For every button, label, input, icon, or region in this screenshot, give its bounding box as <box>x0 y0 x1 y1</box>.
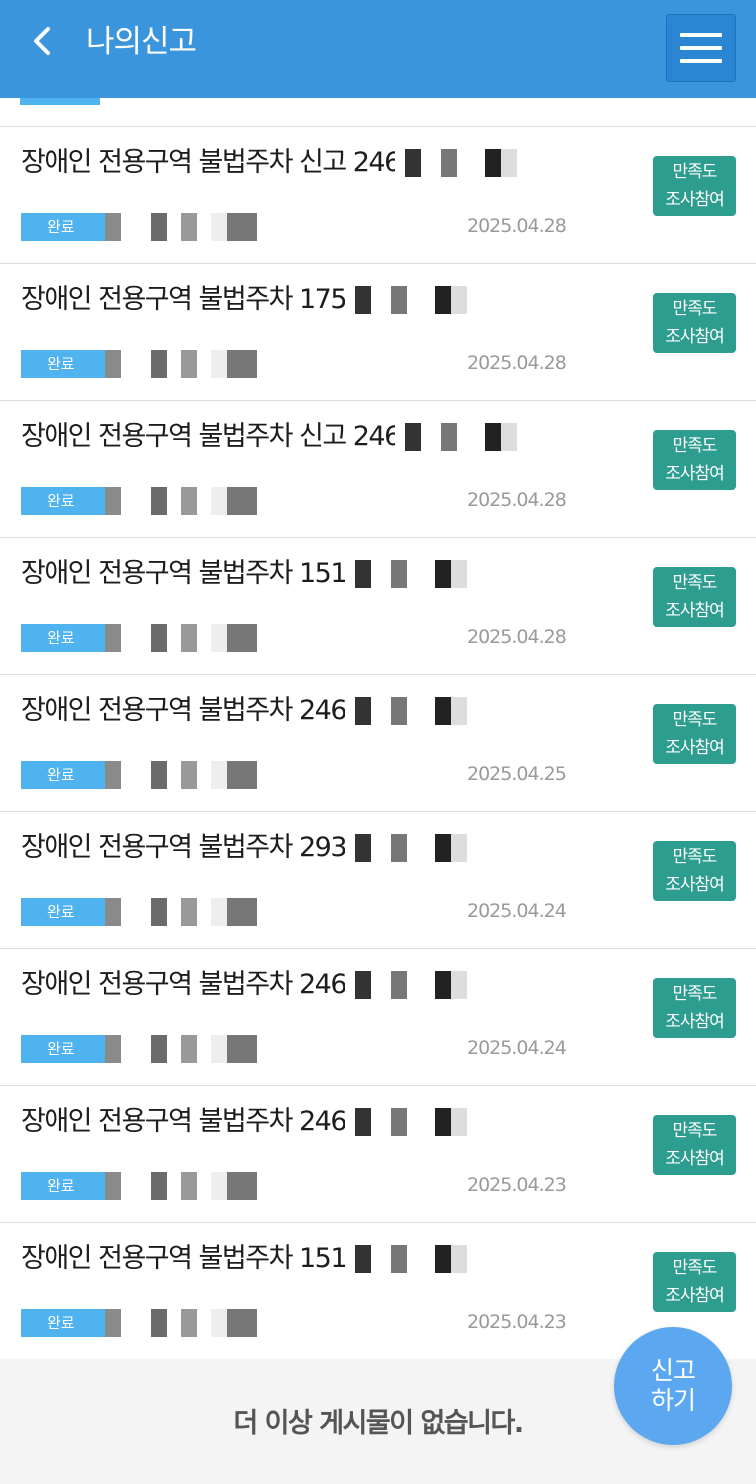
report-list-item[interactable]: 장애인 전용구역 불법주차 246 완료 2025.04.24 만족도조사참여 <box>0 949 756 1086</box>
fab-label-line1: 신고 <box>650 1356 696 1385</box>
app-header: 나의신고 <box>0 0 756 98</box>
report-title: 장애인 전용구역 불법주차 151 <box>21 558 348 589</box>
page-title: 나의신고 <box>86 24 197 60</box>
hamburger-menu-icon <box>680 46 722 50</box>
report-list-item[interactable]: 장애인 전용구역 불법주차 293 완료 2025.04.24 만족도조사참여 <box>0 812 756 949</box>
hamburger-menu-icon <box>680 33 722 37</box>
menu-button[interactable] <box>666 14 736 82</box>
report-list-item[interactable]: 장애인 전용구역 불법주차 신고 246 완료 2025.04.28 만족도조사참여 <box>0 127 756 264</box>
report-date: 2025.04.28 <box>467 352 567 374</box>
satisfaction-survey-button[interactable]: 만족도조사참여 <box>653 978 736 1038</box>
report-title: 장애인 전용구역 불법주차 246 <box>21 1106 348 1137</box>
satisfaction-survey-button[interactable]: 만족도조사참여 <box>653 841 736 901</box>
report-date: 2025.04.25 <box>467 763 567 785</box>
survey-label-line1: 만족도 <box>672 1121 718 1141</box>
survey-label-line2: 조사참여 <box>665 601 725 621</box>
report-title: 장애인 전용구역 불법주차 175 <box>21 284 348 315</box>
redacted-detail-mask <box>105 761 290 789</box>
survey-label-line2: 조사참여 <box>665 327 725 347</box>
report-date: 2025.04.28 <box>467 215 567 237</box>
report-list: 장애인 전용구역 불법주차 신고 246 완료 2025.04.28 만족도 조사참여 장… <box>0 127 756 1360</box>
report-list-item[interactable]: 장애인 전용구역 불법주차 151 완료 2025.04.28 만족도조사참여 <box>0 538 756 675</box>
redacted-number-mask <box>345 834 505 862</box>
redacted-detail-mask <box>105 1035 290 1063</box>
report-date: 2025.04.24 <box>467 1037 567 1059</box>
satisfaction-survey-button[interactable]: 만족도조사참여 <box>653 1252 736 1312</box>
report-list-item[interactable]: 장애인 전용구역 불법주차 175 완료 2025.04.28 만족도조사참여 <box>0 264 756 401</box>
report-date: 2025.04.23 <box>467 1174 567 1196</box>
chevron-left-icon <box>34 27 50 55</box>
fab-label-line2: 하기 <box>650 1386 696 1415</box>
redacted-number-mask <box>395 423 555 451</box>
redacted-detail-mask <box>105 213 290 241</box>
back-button[interactable] <box>22 18 62 64</box>
report-title: 장애인 전용구역 불법주차 151 <box>21 1243 348 1274</box>
redacted-number-mask <box>395 149 555 177</box>
report-date: 2025.04.23 <box>467 1311 567 1333</box>
redacted-number-mask <box>345 971 505 999</box>
survey-label-line1: 만족도 <box>672 984 718 1004</box>
status-badge: 완료 <box>21 487 105 515</box>
satisfaction-survey-button[interactable]: 만족도조사참여 <box>653 156 736 216</box>
redacted-detail-mask <box>105 350 290 378</box>
satisfaction-survey-button[interactable]: 만족도조사참여 <box>653 1115 736 1175</box>
survey-label-line2: 조사참여 <box>665 1286 725 1306</box>
redacted-detail-mask <box>105 624 290 652</box>
survey-label-line2: 조사참여 <box>665 1149 725 1169</box>
survey-label-line2: 조사참여 <box>665 464 725 484</box>
status-badge: 완료 <box>21 761 105 789</box>
redacted-number-mask <box>345 560 505 588</box>
redacted-detail-mask <box>105 1309 290 1337</box>
new-report-fab[interactable]: 신고 하기 <box>614 1327 732 1445</box>
survey-label-line2: 조사참여 <box>665 190 725 210</box>
redacted-detail-mask <box>105 487 290 515</box>
status-badge-peek <box>20 98 100 105</box>
survey-label-line1: 만족도 <box>672 847 718 867</box>
report-title: 장애인 전용구역 불법주차 신고 246 <box>21 147 401 178</box>
status-badge: 완료 <box>21 213 105 241</box>
survey-label-line1: 만족도 <box>672 710 718 730</box>
survey-label-line1: 만족도 <box>672 436 718 456</box>
report-list-item[interactable]: 장애인 전용구역 불법주차 246 완료 2025.04.25 만족도조사참여 <box>0 675 756 812</box>
report-date: 2025.04.24 <box>467 900 567 922</box>
redacted-number-mask <box>345 1108 505 1136</box>
status-badge: 완료 <box>21 350 105 378</box>
survey-label-line1: 만족도 <box>672 573 718 593</box>
redacted-number-mask <box>345 1245 505 1273</box>
report-date: 2025.04.28 <box>467 626 567 648</box>
redacted-number-mask <box>345 697 505 725</box>
survey-label-line1: 만족도 <box>672 1258 718 1278</box>
report-list-item[interactable]: 장애인 전용구역 불법주차 246 완료 2025.04.23 만족도조사참여 <box>0 1086 756 1223</box>
survey-label-line1: 만족도 <box>672 162 718 182</box>
report-date: 2025.04.28 <box>467 489 567 511</box>
satisfaction-survey-button[interactable]: 만족도조사참여 <box>653 430 736 490</box>
satisfaction-survey-button[interactable]: 만족도조사참여 <box>653 567 736 627</box>
report-title: 장애인 전용구역 불법주차 246 <box>21 969 348 1000</box>
redacted-detail-mask <box>105 898 290 926</box>
report-list-item[interactable]: 장애인 전용구역 불법주차 신고 246 완료 2025.04.28 만족도조사참여 <box>0 401 756 538</box>
hamburger-menu-icon <box>680 59 722 63</box>
redacted-number-mask <box>345 286 505 314</box>
status-badge: 완료 <box>21 624 105 652</box>
status-badge: 완료 <box>21 1309 105 1337</box>
survey-label-line2: 조사참여 <box>665 1012 725 1032</box>
survey-label-line2: 조사참여 <box>665 738 725 758</box>
report-title: 장애인 전용구역 불법주차 신고 246 <box>21 421 401 452</box>
survey-label-line2: 조사참여 <box>665 875 725 895</box>
status-badge: 완료 <box>21 1035 105 1063</box>
satisfaction-survey-button[interactable]: 만족도조사참여 <box>653 293 736 353</box>
report-title: 장애인 전용구역 불법주차 293 <box>21 832 348 863</box>
satisfaction-survey-button[interactable]: 만족도조사참여 <box>653 704 736 764</box>
previous-item-peek <box>0 98 756 127</box>
status-badge: 완료 <box>21 898 105 926</box>
redacted-detail-mask <box>105 1172 290 1200</box>
survey-label-line1: 만족도 <box>672 299 718 319</box>
report-title: 장애인 전용구역 불법주차 246 <box>21 695 348 726</box>
status-badge: 완료 <box>21 1172 105 1200</box>
